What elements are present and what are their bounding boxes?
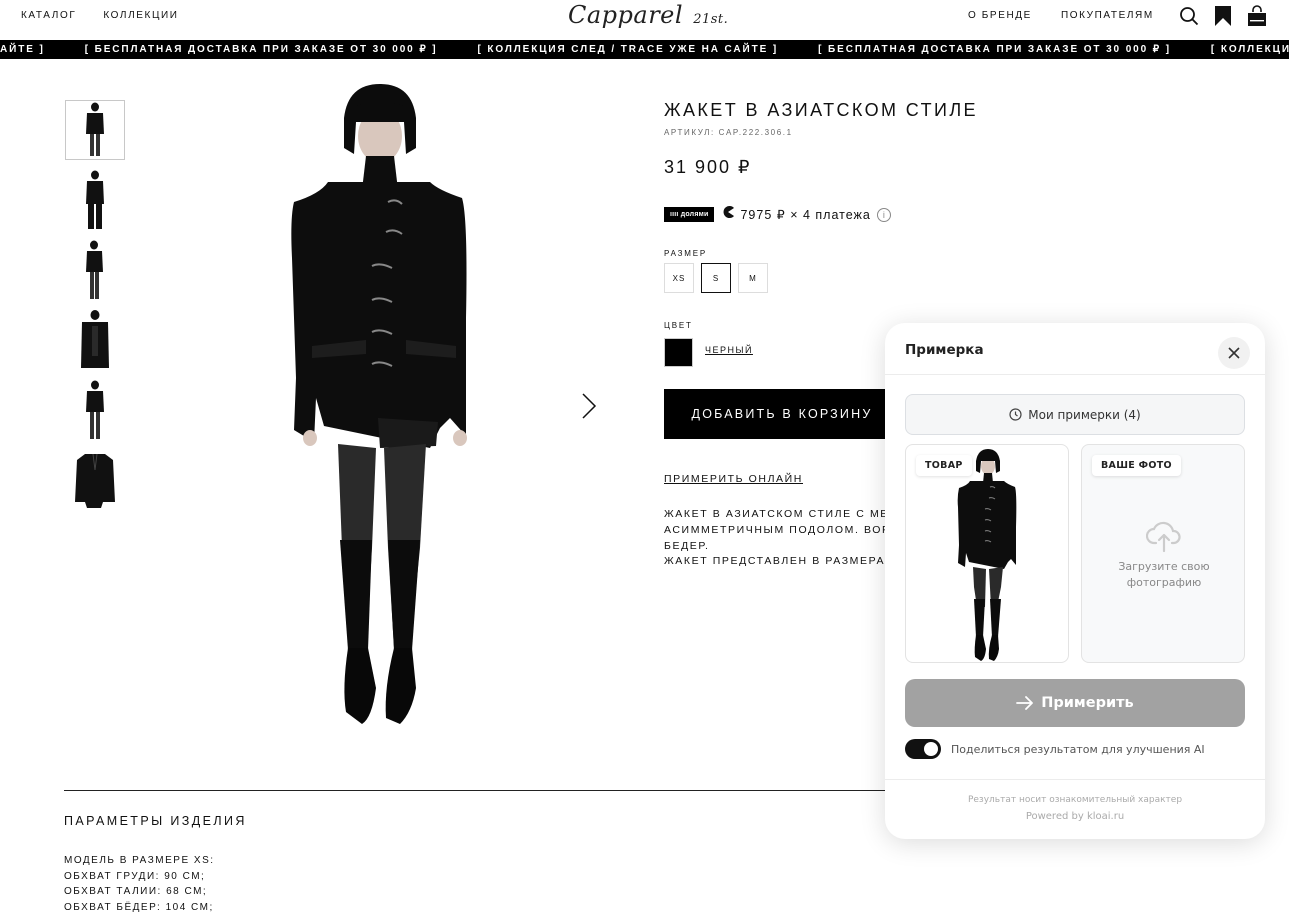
thumbnail-1[interactable] <box>65 100 125 160</box>
ticker-item: [ КОЛЛЕКЦИЯ <box>1210 44 1289 55</box>
upload-text-line-2: фотографию <box>1126 576 1202 589</box>
product-main-image[interactable] <box>280 78 480 738</box>
size-label: РАЗМЕР <box>664 249 708 258</box>
cloud-upload-icon <box>1146 521 1181 553</box>
upload-instruction: Загрузите свою фотографию <box>1082 559 1244 591</box>
size-option-s[interactable]: S <box>701 263 731 293</box>
widget-title: Примерка <box>905 342 984 358</box>
toggle-knob <box>924 742 938 756</box>
ticker-item: АЙТЕ ] <box>0 44 45 55</box>
description-line: ЖАКЕТ ПРЕДСТАВЛЕН В РАЗМЕРАХ <box>664 555 886 568</box>
size-option-xs[interactable]: XS <box>664 263 694 293</box>
upload-photo-card[interactable]: ВАШЕ ФОТО Загрузите свою фотографию <box>1081 444 1245 663</box>
installments-row: ıııı долями 7975 ₽ × 4 платежа i <box>664 205 891 224</box>
thumbnail-2[interactable] <box>65 170 125 230</box>
nav-collections-link[interactable]: КОЛЛЕКЦИИ <box>103 10 178 21</box>
thumbnail-5[interactable] <box>65 380 125 440</box>
brand-logo[interactable]: Capparel 21st. <box>568 1 728 29</box>
widget-header: Примерка <box>885 323 1265 375</box>
color-swatch-black[interactable] <box>664 338 693 367</box>
search-icon[interactable] <box>1178 5 1200 27</box>
installment-text: 7975 ₽ × 4 платежа <box>740 208 871 222</box>
add-to-cart-button[interactable]: ДОБАВИТЬ В КОРЗИНУ <box>664 389 900 439</box>
nav-catalog-link[interactable]: КАТАЛОГ <box>21 10 76 21</box>
tryon-widget: Примерка Мои примерки (4) ТОВАР ВАШЕ ФОТ… <box>885 323 1265 839</box>
thumbnail-list <box>65 100 125 520</box>
color-label: ЦВЕТ <box>664 321 693 330</box>
ticker-track: АЙТЕ ] [ БЕСПЛАТНАЯ ДОСТАВКА ПРИ ЗАКАЗЕ … <box>0 44 1289 55</box>
bookmark-icon[interactable] <box>1212 5 1234 27</box>
ticker-item: [ БЕСПЛАТНАЯ ДОСТАВКА ПРИ ЗАКАЗЕ ОТ 30 0… <box>84 44 438 55</box>
description-line: АСИММЕТРИЧНЫМ ПОДОЛОМ. ВОРО <box>664 523 886 536</box>
try-on-button[interactable]: Примерить <box>905 679 1245 727</box>
dolyami-logo-icon <box>721 205 735 224</box>
my-tryons-button[interactable]: Мои примерки (4) <box>905 394 1245 435</box>
thumbnail-3[interactable] <box>65 240 125 300</box>
thumbnail-6[interactable] <box>65 450 125 510</box>
share-toggle-label: Поделиться результатом для улучшения AI <box>951 743 1205 756</box>
arrow-right-icon <box>1016 696 1034 710</box>
params-line: ОБХВАТ БЁДЕР: 104 СМ; <box>64 901 214 913</box>
size-option-m[interactable]: M <box>738 263 768 293</box>
product-card: ТОВАР <box>905 444 1069 663</box>
nav-right: О БРЕНДЕ ПОКУПАТЕЛЯМ <box>968 10 1154 21</box>
params-line: ОБХВАТ ТАЛИИ: 68 СМ; <box>64 886 208 898</box>
product-info: ЖАКЕТ В АЗИАТСКОМ СТИЛЕ АРТИКУЛ: CAP.222… <box>664 100 978 567</box>
params-title: ПАРАМЕТРЫ ИЗДЕЛИЯ <box>64 814 247 828</box>
disclaimer-text: Результат носит ознакомительный характер <box>967 795 1183 805</box>
bag-icon[interactable] <box>1246 5 1268 27</box>
ticker-item: [ БЕСПЛАТНАЯ ДОСТАВКА ПРИ ЗАКАЗЕ ОТ 30 0… <box>818 44 1171 55</box>
nav-left: КАТАЛОГ КОЛЛЕКЦИИ <box>21 10 179 21</box>
promo-ticker: АЙТЕ ] [ БЕСПЛАТНАЯ ДОСТАВКА ПРИ ЗАКАЗЕ … <box>0 40 1289 59</box>
description-line: БЕДЕР. <box>664 539 710 552</box>
description-line: ЖАКЕТ В АЗИАТСКОМ СТИЛЕ С МЕТ <box>664 508 886 520</box>
nav-about-link[interactable]: О БРЕНДЕ <box>968 10 1032 21</box>
ticker-item: [ КОЛЛЕКЦИЯ СЛЕД / TRACE УЖЕ НА САЙТЕ ] <box>477 44 779 55</box>
logo-text: Capparel <box>568 1 684 29</box>
try-on-label: Примерить <box>1041 695 1134 711</box>
product-description: ЖАКЕТ В АЗИАТСКОМ СТИЛЕ С МЕТ АСИММЕТРИЧ… <box>664 507 886 570</box>
next-image-arrow[interactable] <box>578 392 598 420</box>
size-selector: XS S M <box>664 263 768 293</box>
close-button[interactable] <box>1218 337 1250 369</box>
try-online-link[interactable]: ПРИМЕРИТЬ ОНЛАЙН <box>664 473 803 485</box>
logo-suffix: 21st. <box>693 12 729 27</box>
photo-badge: ВАШЕ ФОТО <box>1092 455 1181 476</box>
product-preview-image <box>957 449 1017 661</box>
my-tryons-label: Мои примерки (4) <box>1028 407 1141 422</box>
product-price: 31 900 ₽ <box>664 157 752 177</box>
site-header: КАТАЛОГ КОЛЛЕКЦИИ Capparel 21st. О БРЕНД… <box>0 0 1289 40</box>
color-name-link[interactable]: ЧЕРНЫЙ <box>705 345 753 355</box>
nav-customers-link[interactable]: ПОКУПАТЕЛЯМ <box>1061 10 1154 21</box>
upload-text-line-1: Загрузите свою <box>1118 560 1210 573</box>
clock-icon <box>1009 408 1022 421</box>
product-sku: АРТИКУЛ: CAP.222.306.1 <box>664 128 793 137</box>
thumbnail-4[interactable] <box>65 310 125 370</box>
share-toggle[interactable] <box>905 739 941 759</box>
params-line: МОДЕЛЬ В РАЗМЕРЕ XS: <box>64 855 215 866</box>
powered-by-link[interactable]: Powered by kloai.ru <box>885 811 1265 822</box>
close-icon <box>1228 347 1240 359</box>
params-line: ОБХВАТ ГРУДИ: 90 СМ; <box>64 870 206 882</box>
header-icons <box>1178 5 1268 27</box>
dolyami-badge: ıııı долями <box>664 207 715 222</box>
product-title: ЖАКЕТ В АЗИАТСКОМ СТИЛЕ <box>664 100 978 120</box>
params-divider <box>64 790 894 791</box>
widget-footer: Результат носит ознакомительный характер… <box>885 779 1265 839</box>
params-list: МОДЕЛЬ В РАЗМЕРЕ XS: ОБХВАТ ГРУДИ: 90 СМ… <box>64 853 215 915</box>
info-icon[interactable]: i <box>876 207 891 222</box>
